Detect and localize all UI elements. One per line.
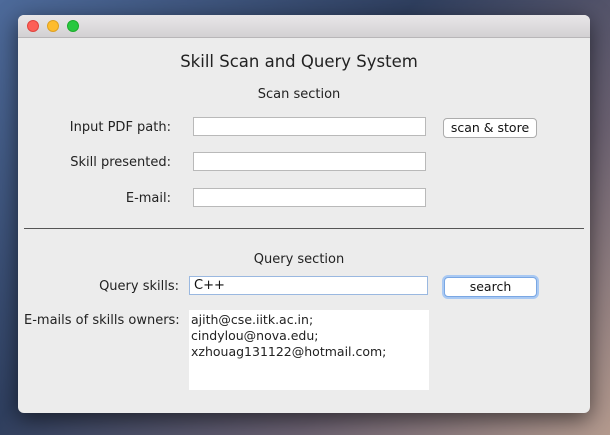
owner-email-line: cindylou@nova.edu;	[191, 328, 319, 343]
app-title: Skill Scan and Query System	[180, 52, 418, 71]
scan-section-title: Scan section	[257, 87, 341, 102]
app-window: Skill Scan and Query System Scan section…	[18, 15, 590, 413]
scan-and-store-button[interactable]: scan & store	[443, 118, 537, 138]
pdf-path-label: Input PDF path:	[69, 120, 171, 135]
section-divider	[24, 228, 584, 229]
owners-emails-textarea[interactable]: ajith@cse.iitk.ac.in; cindylou@nova.edu;…	[189, 310, 429, 390]
title-bar[interactable]	[18, 15, 590, 38]
email-label: E-mail:	[125, 191, 171, 206]
skill-presented-label: Skill presented:	[70, 155, 171, 170]
pdf-path-input[interactable]	[193, 117, 426, 136]
query-section-title: Query section	[253, 252, 345, 267]
close-window-button[interactable]	[27, 20, 39, 32]
maximize-window-button[interactable]	[67, 20, 79, 32]
owners-emails-label: E-mails of skills owners:	[24, 313, 180, 328]
query-skills-input[interactable]	[189, 276, 428, 295]
skill-presented-input[interactable]	[193, 152, 426, 171]
email-input[interactable]	[193, 188, 426, 207]
owner-email-line: xzhouag131122@hotmail.com;	[191, 344, 387, 359]
owner-email-line: ajith@cse.iitk.ac.in;	[191, 312, 314, 327]
minimize-window-button[interactable]	[47, 20, 59, 32]
search-button[interactable]: search	[444, 277, 537, 297]
query-skills-label: Query skills:	[99, 279, 179, 294]
